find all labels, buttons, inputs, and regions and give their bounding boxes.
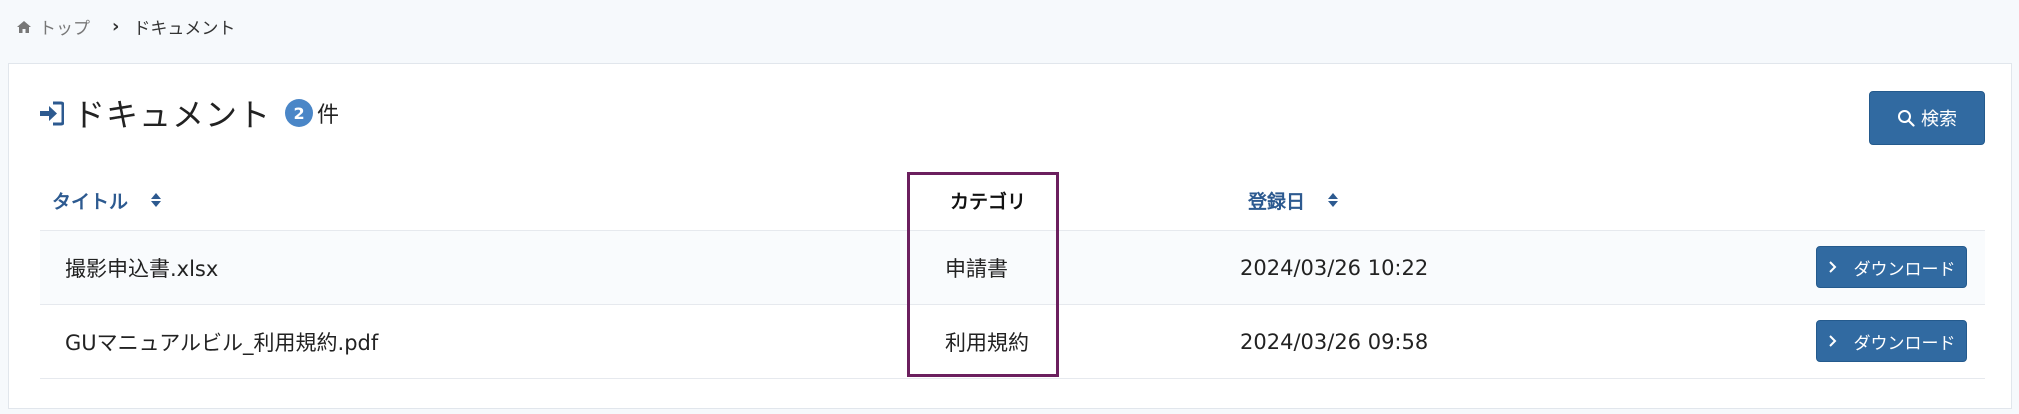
download-button[interactable]: ダウンロード [1816, 246, 1967, 288]
breadcrumb-current: ドキュメント [133, 19, 236, 39]
search-icon [1898, 110, 1915, 127]
sign-in-icon [40, 101, 64, 125]
column-header-label: タイトル [52, 190, 129, 213]
breadcrumb-home-link[interactable]: トップ [39, 14, 90, 39]
search-button[interactable]: 検索 [1869, 91, 1985, 145]
row-title: GUマニュアルビル_利用規約.pdf [65, 331, 379, 355]
row-title: 撮影申込書.xlsx [65, 257, 219, 281]
column-header-label: 登録日 [1248, 190, 1306, 213]
download-button[interactable]: ダウンロード [1816, 320, 1967, 362]
page-header: ドキュメント 2 件 [39, 90, 339, 136]
document-table: タイトル カテゴリ 登録日 撮影申込書.xlsx 申請書 2024/03/26 … [40, 169, 1985, 379]
page-title: ドキュメント [73, 96, 272, 134]
table-row: 撮影申込書.xlsx 申請書 2024/03/26 10:22 ダウンロード [40, 231, 1985, 305]
document-panel: ドキュメント 2 件 検索 タイトル カテゴリ 登録日 撮影申込書.xlsx 申… [8, 63, 2012, 409]
download-button-label: ダウンロード [1853, 333, 1956, 354]
search-button-label: 検索 [1921, 109, 1957, 130]
column-header-label: カテゴリ [950, 190, 1027, 213]
count-badge: 2 [285, 99, 314, 127]
breadcrumb: トップ › ドキュメント [16, 14, 235, 39]
row-date: 2024/03/26 10:22 [1240, 256, 1429, 280]
chevron-right-icon [1828, 261, 1836, 273]
sort-icon [1328, 193, 1339, 207]
chevron-right-icon [1828, 335, 1836, 347]
row-category: 利用規約 [945, 331, 1029, 355]
table-row: GUマニュアルビル_利用規約.pdf 利用規約 2024/03/26 09:58… [40, 305, 1985, 379]
column-header-date[interactable]: 登録日 [1248, 169, 1339, 231]
breadcrumb-separator: › [112, 16, 120, 37]
row-category: 申請書 [945, 257, 1008, 281]
sort-icon [151, 193, 162, 207]
column-header-title[interactable]: タイトル [52, 169, 162, 231]
table-header: タイトル カテゴリ 登録日 [40, 169, 1985, 231]
home-icon [17, 20, 31, 33]
column-header-category: カテゴリ [950, 169, 1026, 231]
row-date: 2024/03/26 09:58 [1240, 330, 1429, 354]
count-unit: 件 [317, 103, 340, 128]
download-button-label: ダウンロード [1853, 259, 1956, 280]
